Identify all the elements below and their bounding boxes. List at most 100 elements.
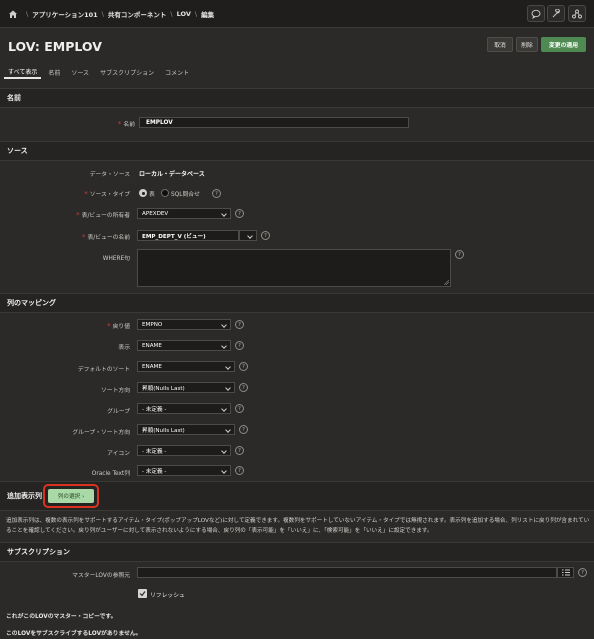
radio-sql-query[interactable] xyxy=(161,189,169,197)
chevron-down-icon xyxy=(247,233,253,239)
master-lov-label: マスターLOVの参照元 xyxy=(72,573,130,579)
breadcrumb-lov[interactable]: LOV xyxy=(177,10,191,18)
section-source-header: ソース xyxy=(0,141,594,161)
chevron-down-icon xyxy=(225,364,231,370)
help-icon[interactable]: ? xyxy=(235,446,244,455)
default-sort-select[interactable]: ENAME xyxy=(137,361,235,372)
radio-table-label: 表 xyxy=(149,192,155,198)
owner-label: * 表/ビューの所有者 xyxy=(76,211,130,219)
home-icon[interactable] xyxy=(8,9,18,19)
page-header: LOV: EMPLOV 取消 削除 変更の適用 すべて表示 名前 ソース サブス… xyxy=(0,28,594,88)
refresh-checkbox[interactable] xyxy=(138,589,147,598)
resize-handle-icon[interactable] xyxy=(444,280,449,285)
chevron-down-icon xyxy=(225,427,231,433)
help-icon[interactable]: ? xyxy=(578,568,587,577)
oracle-text-column-select[interactable]: - 未定義 - xyxy=(137,465,231,476)
table-name-dropdown-button[interactable] xyxy=(239,230,257,241)
return-value-label: * 戻り値 xyxy=(107,322,130,330)
checkmark-icon xyxy=(139,591,146,597)
utilities-button[interactable] xyxy=(547,5,565,22)
help-icon[interactable]: ? xyxy=(235,466,244,475)
name-label: * 名前 xyxy=(117,120,135,128)
required-marker: * xyxy=(117,120,122,128)
no-subscribers-text: このLOVをサブスクライブするLOVがありません。 xyxy=(6,631,142,637)
default-sort-select-value: ENAME xyxy=(142,363,162,370)
help-icon[interactable]: ? xyxy=(261,231,270,240)
help-icon[interactable]: ? xyxy=(235,404,244,413)
return-value-select-value: EMPNO xyxy=(142,321,163,328)
return-value-select[interactable]: EMPNO xyxy=(137,319,231,330)
master-copy-text: これがこのLOVのマスター・コピーです。 xyxy=(6,614,117,620)
tab-subscription[interactable]: サブスクリプション xyxy=(96,66,158,79)
chevron-down-icon xyxy=(221,343,227,349)
chevron-down-icon xyxy=(225,385,231,391)
icon-column-select[interactable]: - 未定義 - xyxy=(137,445,231,456)
help-icon[interactable]: ? xyxy=(212,189,221,198)
section-subscription-header: サブスクリプション xyxy=(0,542,594,562)
chevron-down-icon xyxy=(221,211,227,217)
section-name-header: 名前 xyxy=(0,88,594,108)
group-label: グループ xyxy=(107,409,130,415)
breadcrumb: \ アプリケーション101 \ 共有コンポーネント \ LOV \ 編集 xyxy=(26,9,215,19)
sort-direction-select-value: 昇順(Nulls Last) xyxy=(142,385,185,392)
icon-column-select-value: - 未定義 - xyxy=(142,448,167,455)
default-sort-label: デフォルトのソート xyxy=(77,367,130,373)
help-icon[interactable]: ? xyxy=(239,362,248,371)
additional-description: 追加表示列は、複数の表示列をサポートするアイテム・タイプ(ポップアップLOVなど… xyxy=(6,518,590,534)
sort-direction-label: ソート方向 xyxy=(101,388,130,394)
source-type-label: * ソース・タイプ xyxy=(84,190,130,198)
where-clause-textarea[interactable] xyxy=(137,249,451,287)
owner-select[interactable]: APEXDEV xyxy=(137,208,231,219)
chat-button[interactable] xyxy=(527,5,545,22)
chat-icon xyxy=(531,9,541,19)
display-select-value: ENAME xyxy=(142,342,162,349)
sort-direction-select[interactable]: 昇順(Nulls Last) xyxy=(137,382,235,393)
tab-name[interactable]: 名前 xyxy=(44,66,64,79)
where-clause-label: WHERE句 xyxy=(102,256,130,262)
help-icon[interactable]: ? xyxy=(455,250,464,259)
group-select[interactable]: - 未定義 - xyxy=(137,403,231,414)
apply-changes-button[interactable]: 変更の適用 xyxy=(541,37,586,52)
display-label: 表示 xyxy=(118,345,130,351)
group-sort-direction-select-value: 昇順(Nulls Last) xyxy=(142,427,185,434)
icon-column-label: アイコン xyxy=(107,451,130,457)
breadcrumb-shared-components[interactable]: 共有コンポーネント xyxy=(108,9,167,19)
group-sort-direction-label: グループ・ソート方向 xyxy=(72,430,130,436)
list-icon xyxy=(562,569,570,576)
oracle-text-column-label: Oracle Text列 xyxy=(91,471,130,477)
table-name-label: * 表/ビューの名前 xyxy=(81,233,130,241)
master-lov-input[interactable] xyxy=(137,567,557,578)
top-bar: \ アプリケーション101 \ 共有コンポーネント \ LOV \ 編集 xyxy=(0,0,594,28)
help-icon[interactable]: ? xyxy=(235,320,244,329)
select-columns-button[interactable]: 列の選択 › xyxy=(48,489,94,503)
name-input[interactable]: EMPLOV xyxy=(139,117,409,128)
chevron-down-icon xyxy=(221,448,227,454)
delete-button[interactable]: 削除 xyxy=(516,37,538,52)
chevron-down-icon xyxy=(221,322,227,328)
share-icon xyxy=(572,9,582,18)
shared-components-button[interactable] xyxy=(568,5,586,22)
owner-select-value: APEXDEV xyxy=(142,210,169,217)
data-source-value: ローカル・データベース xyxy=(139,171,205,178)
cancel-button[interactable]: 取消 xyxy=(487,37,513,52)
help-icon[interactable]: ? xyxy=(239,425,248,434)
display-select[interactable]: ENAME xyxy=(137,340,231,351)
table-name-input[interactable]: EMP_DEPT_V (ビュー) xyxy=(137,230,239,241)
radio-sql-label: SQL問合せ xyxy=(171,192,200,198)
help-icon[interactable]: ? xyxy=(239,383,248,392)
breadcrumb-edit: 編集 xyxy=(201,10,215,19)
radio-table[interactable] xyxy=(139,189,147,197)
tab-source[interactable]: ソース xyxy=(67,66,93,79)
help-icon[interactable]: ? xyxy=(235,341,244,350)
section-mapping-header: 列のマッピング xyxy=(0,293,594,313)
master-lov-list-button[interactable] xyxy=(557,567,574,578)
tab-comments[interactable]: コメント xyxy=(161,66,193,79)
tab-bar: すべて表示 名前 ソース サブスクリプション コメント xyxy=(4,66,196,79)
group-sort-direction-select[interactable]: 昇順(Nulls Last) xyxy=(137,424,235,435)
wrench-icon xyxy=(552,8,560,17)
help-icon[interactable]: ? xyxy=(235,209,244,218)
chevron-down-icon xyxy=(221,468,227,474)
tab-show-all[interactable]: すべて表示 xyxy=(4,66,42,79)
breadcrumb-app[interactable]: アプリケーション101 xyxy=(32,9,97,19)
group-select-value: - 未定義 - xyxy=(142,406,167,413)
